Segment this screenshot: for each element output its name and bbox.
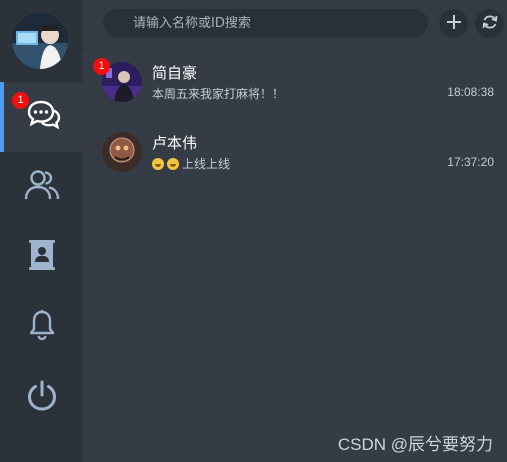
chat-list-item[interactable]: 1 简自豪 本周五来我家打麻将！！ 18:08:38: [83, 48, 507, 116]
grin-emoji-icon: [167, 158, 179, 170]
grin-emoji-icon: [152, 158, 164, 170]
nav-contacts[interactable]: [0, 152, 83, 222]
last-message: 上线上线: [182, 157, 231, 171]
nav-address-book[interactable]: [0, 222, 83, 292]
last-message: 本周五来我家打麻将！！: [152, 87, 285, 101]
power-icon: [26, 379, 58, 415]
chat-bubbles-icon: [27, 100, 61, 134]
search-input[interactable]: [103, 9, 428, 37]
watermark: CSDN @辰兮要努力: [337, 435, 493, 454]
contact-avatar: [102, 132, 142, 172]
message-time: 17:37:20: [447, 155, 494, 169]
nav-notifications[interactable]: [0, 292, 83, 362]
add-button[interactable]: [439, 9, 468, 38]
message-time: 18:08:38: [447, 85, 494, 99]
plus-icon: [446, 14, 462, 34]
contact-name: 简自豪: [152, 64, 198, 82]
unread-badge: 1: [12, 92, 29, 109]
contact-name: 卢本伟: [152, 134, 198, 152]
top-bar: [83, 0, 507, 49]
bell-icon: [28, 309, 56, 345]
chat-list-item[interactable]: 卢本伟 上线上线 17:37:20: [83, 118, 507, 186]
user-avatar[interactable]: [12, 13, 68, 69]
sidebar: 1: [0, 0, 83, 462]
contact-card-icon: [28, 239, 56, 275]
users-icon: [24, 169, 60, 205]
unread-badge: 1: [93, 58, 110, 75]
nav-power[interactable]: [0, 362, 83, 432]
refresh-icon: [482, 14, 498, 34]
chat-app: 1 请输入名称或ID搜索 1 简自豪 本周五来我家打麻将！！ 18:08:38 …: [0, 0, 507, 462]
last-message-row: 上线上线: [152, 155, 230, 172]
nav-chat[interactable]: 1: [0, 82, 83, 152]
refresh-button[interactable]: [475, 9, 504, 38]
